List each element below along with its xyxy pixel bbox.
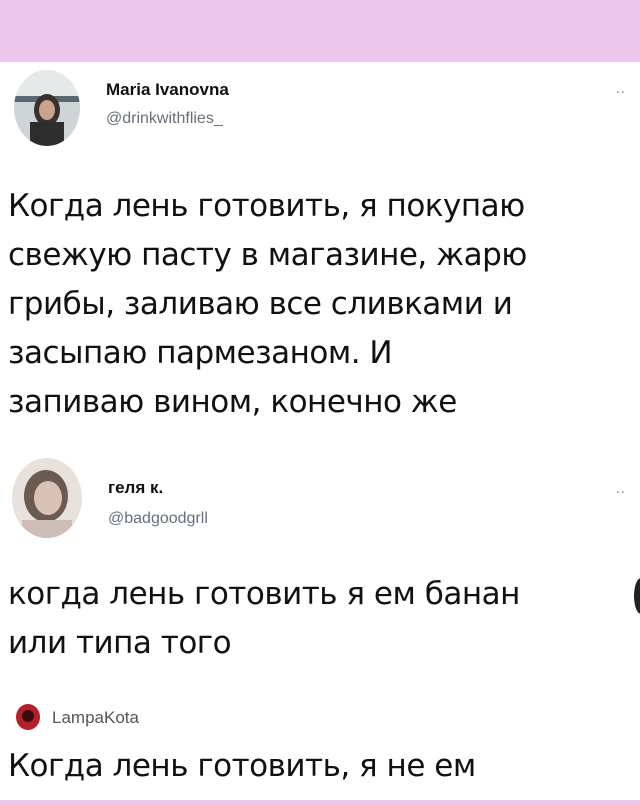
author-handle[interactable]: @drinkwithflies_ — [106, 110, 223, 128]
avatar-lampakota[interactable] — [16, 704, 40, 730]
more-options-icon[interactable]: .. — [616, 480, 626, 496]
bottom-color-band — [0, 800, 640, 805]
avatar-icon — [16, 704, 40, 730]
top-color-band — [0, 0, 640, 62]
reply-text: Когда лень готовить, я не ем — [8, 748, 476, 784]
author-name[interactable]: геля к. — [108, 478, 163, 498]
author-handle[interactable]: @badgoodgrll — [108, 510, 208, 528]
author-name[interactable]: Maria Ivanovna — [106, 80, 229, 100]
avatar-photo-icon — [14, 70, 80, 146]
tweet-text: Когда лень готовить, я покупаю свежую па… — [8, 188, 527, 420]
reply-author-name[interactable]: LampaKota — [52, 708, 139, 728]
tweet-text: когда лень готовить я ем банан или типа … — [8, 576, 520, 661]
more-options-icon[interactable]: .. — [616, 80, 626, 96]
avatar-maria[interactable] — [14, 70, 80, 146]
avatar-photo-icon — [12, 458, 82, 538]
avatar-gelya[interactable] — [12, 458, 82, 538]
edge-partial-icon — [634, 578, 640, 614]
